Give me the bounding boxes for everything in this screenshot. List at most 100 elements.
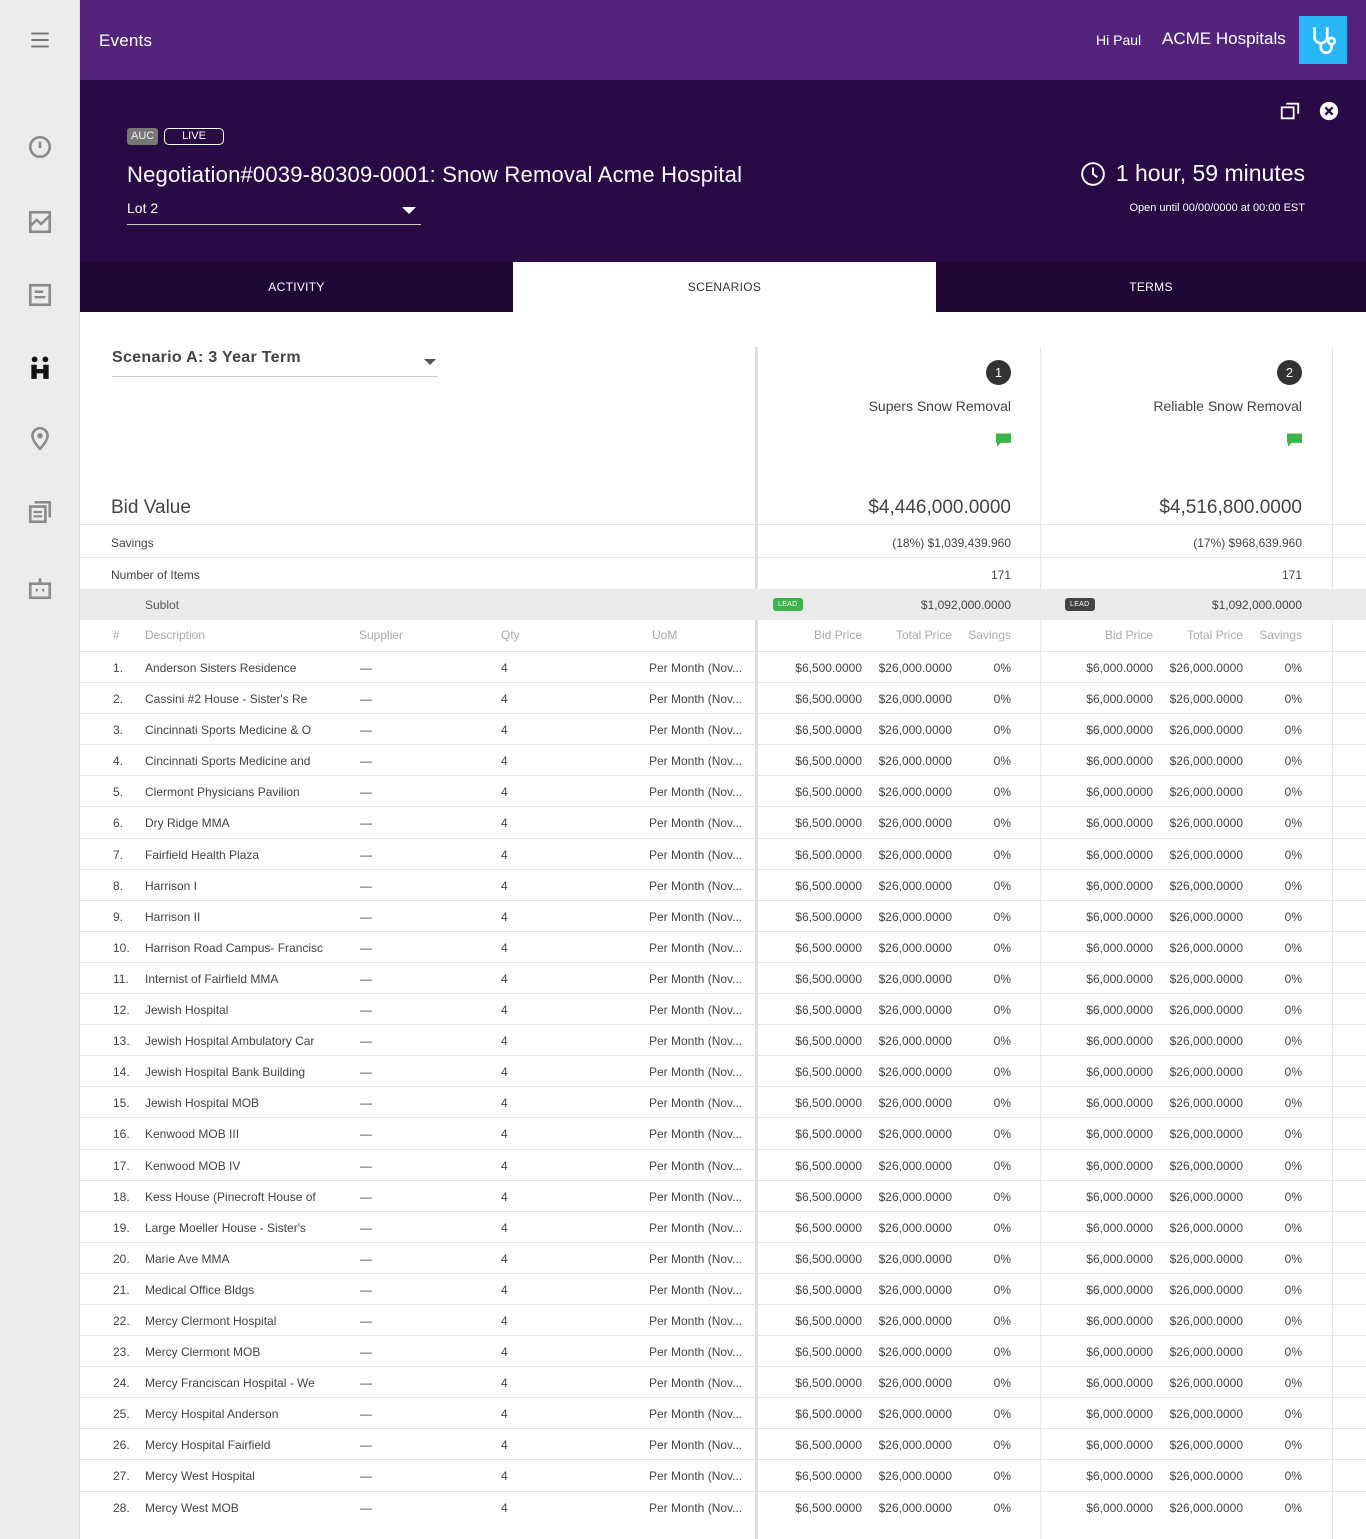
table-row[interactable]: 22. Mercy Clermont Hospital — 4 Per Month (N… bbox=[80, 1303, 1366, 1335]
row-bid-price: $6,500.0000 bbox=[795, 971, 862, 986]
row-bid-price: $6,500.0000 bbox=[795, 1127, 862, 1142]
sublot-row[interactable]: Sublot LEAD $1,092,000.0000 LEAD $1,092,… bbox=[80, 589, 1366, 620]
table-row[interactable]: 26. Mercy Hospital Fairfield — 4 Per Month (… bbox=[80, 1428, 1366, 1459]
scenario-dropdown[interactable]: Scenario A: 3 Year Term bbox=[112, 349, 438, 377]
row-description: Jewish Hospital Ambulatory Car bbox=[145, 1034, 315, 1049]
row-savings: 0% bbox=[1284, 847, 1302, 862]
row-uom: Per Month (Nov... bbox=[649, 1469, 743, 1484]
row-savings: 0% bbox=[993, 1158, 1011, 1173]
table-row[interactable]: 3. Cincinnati Sports Medicine & O — 4 Per Mo… bbox=[80, 713, 1366, 744]
row-total-price: $26,000.0000 bbox=[1169, 1376, 1243, 1391]
row-bid-price: $6,500.0000 bbox=[795, 1313, 862, 1328]
table-row[interactable]: 4. Cincinnati Sports Medicine and — 4 Per Mo… bbox=[80, 744, 1366, 775]
sourcing-logo-icon[interactable] bbox=[26, 354, 54, 382]
column-header-total-price[interactable]: Total Price bbox=[896, 628, 952, 642]
table-row[interactable]: 8. Harrison I — 4 Per Month (Nov... $6,500.00… bbox=[80, 868, 1366, 900]
location-pin-icon[interactable] bbox=[26, 424, 54, 452]
row-total-price: $26,000.0000 bbox=[1169, 1189, 1243, 1204]
chat-bubble-icon[interactable] bbox=[996, 433, 1011, 447]
chevron-down-icon bbox=[402, 207, 416, 214]
row-supplier: — bbox=[360, 1407, 372, 1422]
column-header-bid-price[interactable]: Bid Price bbox=[814, 628, 862, 642]
chat-bubble-icon[interactable] bbox=[1287, 433, 1302, 447]
row-bid-price: $6,000.0000 bbox=[1086, 847, 1153, 862]
table-row[interactable]: 11. Internist of Fairfield MMA — 4 Per Month… bbox=[80, 961, 1366, 993]
clock-icon bbox=[1080, 161, 1105, 186]
row-qty: 4 bbox=[501, 1034, 508, 1049]
row-savings: 0% bbox=[993, 1065, 1011, 1080]
row-number: 23. bbox=[113, 1345, 130, 1360]
live-status-badge: LIVE bbox=[164, 128, 224, 145]
table-row[interactable]: 23. Mercy Clermont MOB — 4 Per Month (Nov...… bbox=[80, 1335, 1366, 1366]
table-row[interactable]: 6. Dry Ridge MMA — 4 Per Month (Nov... $6,500… bbox=[80, 806, 1366, 837]
chart-icon[interactable] bbox=[26, 208, 54, 236]
lot-dropdown[interactable]: Lot 2 bbox=[127, 200, 421, 225]
row-savings: 0% bbox=[1284, 692, 1302, 707]
tab-scenarios[interactable]: SCENARIOS bbox=[513, 262, 936, 312]
table-row[interactable]: 27. Mercy West Hospital — 4 Per Month (Nov..… bbox=[80, 1459, 1366, 1490]
row-uom: Per Month (Nov... bbox=[649, 1065, 743, 1080]
tab-terms[interactable]: TERMS bbox=[936, 262, 1366, 312]
table-row[interactable]: 12. Jewish Hospital — 4 Per Month (Nov... $6,… bbox=[80, 993, 1366, 1024]
column-header-savings[interactable]: Savings bbox=[1259, 628, 1302, 642]
row-total-price: $26,000.0000 bbox=[878, 1282, 952, 1297]
table-row[interactable]: 1. Anderson Sisters Residence — 4 Per Month … bbox=[80, 651, 1366, 682]
popout-window-icon[interactable] bbox=[1279, 100, 1301, 122]
row-total-price: $26,000.0000 bbox=[1169, 692, 1243, 707]
column-header-uom[interactable]: UoM bbox=[652, 628, 677, 642]
row-qty: 4 bbox=[501, 1189, 508, 1204]
user-greeting[interactable]: Hi Paul bbox=[1096, 32, 1141, 48]
table-row[interactable]: 21. Medical Office Bldgs — 4 Per Month (Nov.… bbox=[80, 1272, 1366, 1304]
row-description: Cincinnati Sports Medicine & O bbox=[145, 723, 312, 738]
row-description: Jewish Hospital Bank Building bbox=[145, 1065, 306, 1080]
organization-name[interactable]: ACME Hospitals bbox=[1162, 29, 1286, 49]
table-row[interactable]: 20. Marie Ave MMA — 4 Per Month (Nov... $6,50… bbox=[80, 1241, 1366, 1273]
close-circle-icon[interactable] bbox=[1318, 100, 1340, 122]
copy-documents-icon[interactable] bbox=[26, 498, 54, 526]
table-row[interactable]: 25. Mercy Hospital Anderson — 4 Per Month (N… bbox=[80, 1397, 1366, 1428]
document-icon[interactable] bbox=[26, 281, 54, 309]
stethoscope-icon[interactable] bbox=[1299, 16, 1347, 64]
hamburger-menu-icon[interactable] bbox=[26, 26, 54, 54]
row-uom: Per Month (Nov... bbox=[649, 1251, 743, 1266]
row-supplier: — bbox=[360, 878, 372, 893]
column-header-description[interactable]: Description bbox=[145, 628, 205, 642]
column-header-qty[interactable]: Qty bbox=[501, 628, 520, 642]
table-row[interactable]: 14. Jewish Hospital Bank Building — 4 Per Mo… bbox=[80, 1055, 1366, 1086]
tab-activity[interactable]: ACTIVITY bbox=[80, 262, 513, 312]
organization-icon[interactable] bbox=[26, 574, 54, 602]
column-header-total-price[interactable]: Total Price bbox=[1187, 628, 1243, 642]
table-row[interactable]: 17. Kenwood MOB IV — 4 Per Month (Nov... $6,5… bbox=[80, 1148, 1366, 1180]
table-row[interactable]: 2. Cassini #2 House - Sister's Re — 4 Per Mo… bbox=[80, 682, 1366, 713]
supplier-name: Reliable Snow Removal bbox=[1153, 398, 1302, 414]
row-savings: 0% bbox=[993, 1438, 1011, 1453]
column-header-bid-price[interactable]: Bid Price bbox=[1105, 628, 1153, 642]
table-row[interactable]: 15. Jewish Hospital MOB — 4 Per Month (Nov..… bbox=[80, 1086, 1366, 1117]
column-header-savings[interactable]: Savings bbox=[968, 628, 1011, 642]
table-row[interactable]: 9. Harrison II — 4 Per Month (Nov... $6,500.0… bbox=[80, 899, 1366, 931]
line-items-table: 1. Anderson Sisters Residence — 4 Per Month … bbox=[80, 651, 1366, 1522]
table-row[interactable]: 18. Kess House (Pinecroft House of — 4 Per M… bbox=[80, 1179, 1366, 1211]
table-row[interactable]: 10. Harrison Road Campus- Francisc — 4 Per M… bbox=[80, 930, 1366, 962]
row-total-price: $26,000.0000 bbox=[878, 785, 952, 800]
table-row[interactable]: 24. Mercy Franciscan Hospital - We — 4 Per M… bbox=[80, 1366, 1366, 1397]
dashboard-gauge-icon[interactable] bbox=[26, 133, 54, 161]
table-row[interactable]: 5. Clermont Physicians Pavilion — 4 Per Mont… bbox=[80, 775, 1366, 806]
row-description: Kess House (Pinecroft House of bbox=[145, 1189, 316, 1204]
row-uom: Per Month (Nov... bbox=[649, 971, 743, 986]
table-row[interactable]: 7. Fairfield Health Plaza — 4 Per Month (Nov… bbox=[80, 837, 1366, 869]
row-savings: 0% bbox=[993, 971, 1011, 986]
table-row[interactable]: 13. Jewish Hospital Ambulatory Car — 4 Per M… bbox=[80, 1024, 1366, 1055]
column-header-supplier[interactable]: Supplier bbox=[359, 628, 403, 642]
row-total-price: $26,000.0000 bbox=[1169, 1469, 1243, 1484]
table-row[interactable]: 19. Large Moeller House - Sister's — 4 Per M… bbox=[80, 1210, 1366, 1242]
row-savings: 0% bbox=[1284, 971, 1302, 986]
row-supplier: — bbox=[360, 1469, 372, 1484]
row-bid-price: $6,000.0000 bbox=[1086, 1376, 1153, 1391]
row-savings: 0% bbox=[1284, 1282, 1302, 1297]
table-row[interactable]: 16. Kenwood MOB III — 4 Per Month (Nov... $6,… bbox=[80, 1117, 1366, 1148]
row-description: Medical Office Bldgs bbox=[145, 1282, 255, 1297]
lead-badge: LEAD bbox=[1065, 598, 1095, 611]
row-bid-price: $6,000.0000 bbox=[1086, 661, 1153, 675]
table-row[interactable]: 28. Mercy West MOB — 4 Per Month (Nov... $6,5… bbox=[80, 1490, 1366, 1522]
